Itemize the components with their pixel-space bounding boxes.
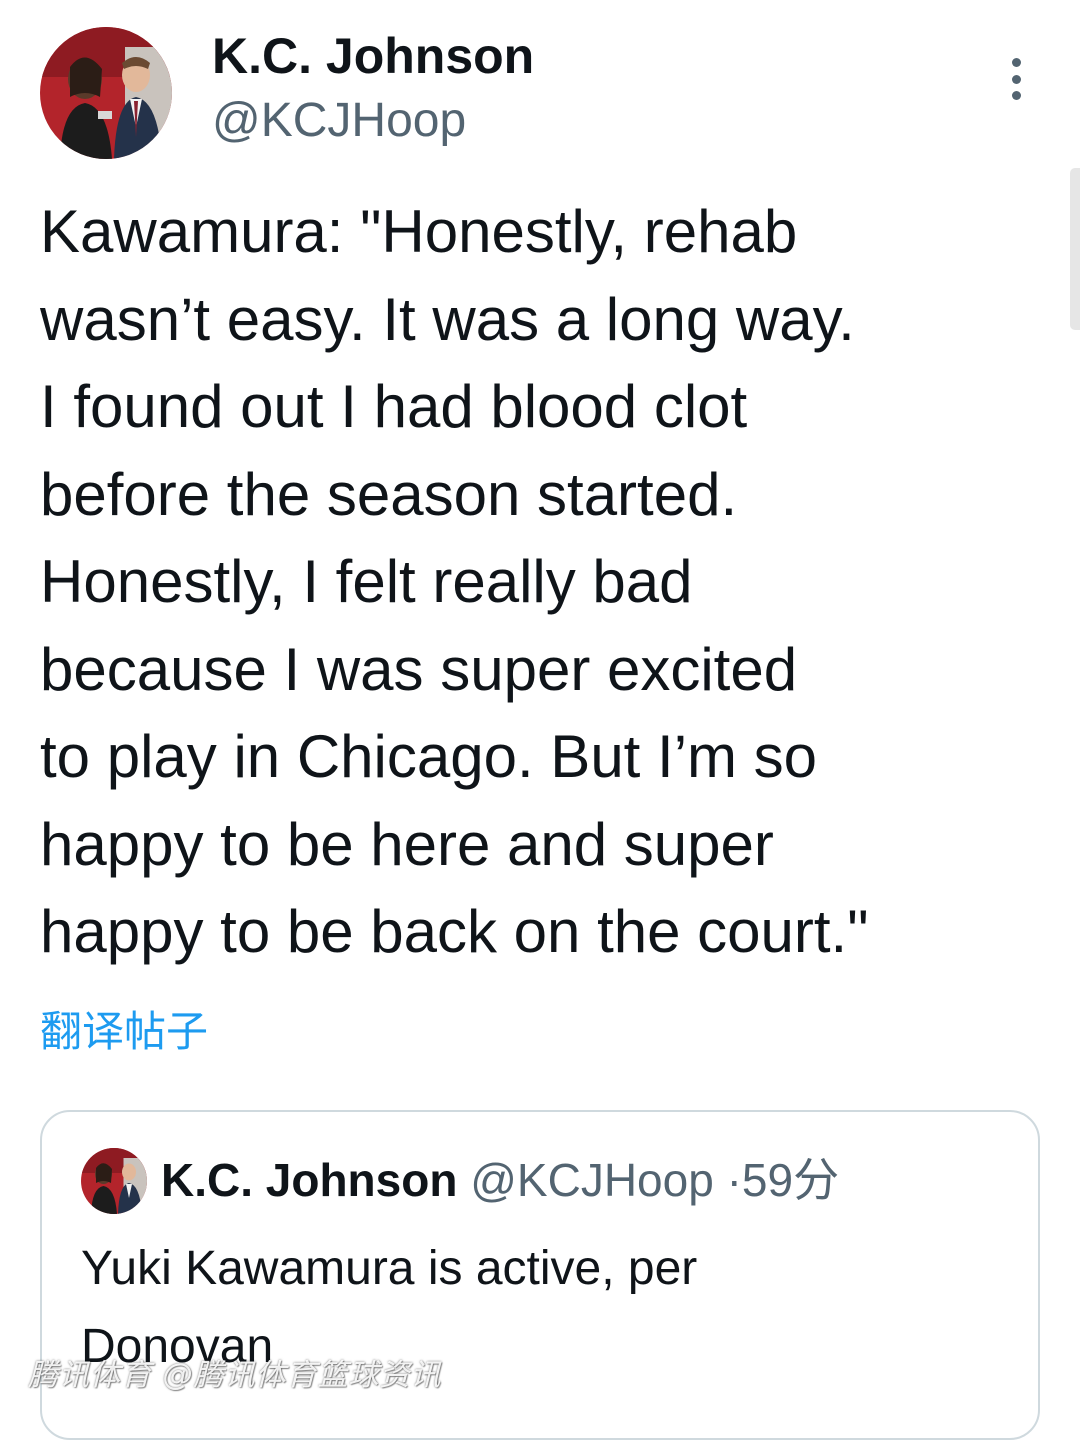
more-vertical-icon-dot (1011, 91, 1021, 100)
more-vertical-icon-dot (1011, 74, 1021, 84)
author-handle[interactable]: @KCJHoop (212, 92, 466, 150)
scrollbar[interactable] (1070, 168, 1080, 330)
author-avatar[interactable] (40, 27, 172, 159)
avatar-photo (81, 1148, 147, 1214)
more-vertical-icon (1011, 58, 1021, 67)
avatar-photo (40, 27, 172, 159)
author-display-name[interactable]: K.C. Johnson (212, 26, 534, 86)
quoted-author-name[interactable]: K.C. Johnson (161, 1154, 457, 1206)
separator-dot: · (726, 1154, 742, 1206)
watermark: 腾讯体育 @腾讯体育篮球资讯 (28, 1358, 442, 1393)
quoted-author-handle[interactable]: @KCJHoop (470, 1154, 714, 1206)
quoted-tweet-time[interactable]: 59分 (742, 1154, 839, 1206)
quoted-author-avatar[interactable] (81, 1148, 147, 1214)
more-options-button[interactable] (996, 54, 1036, 104)
tweet-text: Kawamura: "Honestly, rehab wasn’t easy. … (40, 198, 869, 965)
quoted-tweet-header: K.C. Johnson @KCJHoop ·59分 (161, 1150, 839, 1210)
translate-post-link[interactable]: 翻译帖子 (40, 1004, 208, 1060)
